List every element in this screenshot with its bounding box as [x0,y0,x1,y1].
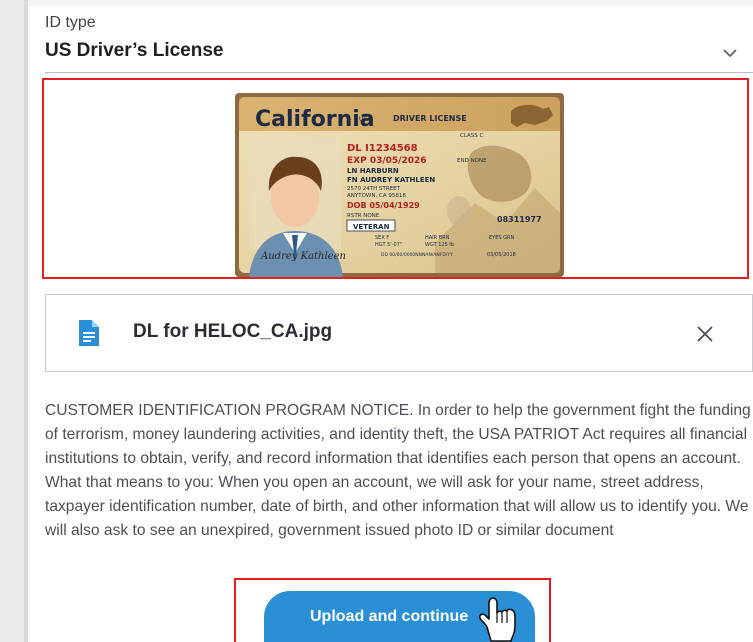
upload-button-label: Upload and continue [310,608,469,625]
license-class: CLASS C [460,133,484,139]
upload-id-page: ID type US Driver’s License California U… [0,0,753,642]
license-dl-number: DL I1234568 [347,143,418,154]
document-icon [79,320,99,346]
license-first-name: FN AUDREY KATHLEEN [347,176,435,184]
license-last-name: LN HARBURN [347,167,399,175]
license-hair: HAIR BRN [425,235,450,241]
license-state: California [255,107,375,132]
license-veteran: VETERAN [353,223,390,231]
license-expires: EXP 03/05/2026 [347,156,427,166]
id-type-label: ID type [45,14,96,31]
license-preview-image: California USA DRIVER LICENSE CLASS C DL… [235,93,564,277]
top-band [28,0,753,6]
license-height: HGT 5'-07" [375,242,402,248]
cip-notice-text: CUSTOMER IDENTIFICATION PROGRAM NOTICE. … [45,402,751,539]
id-type-select[interactable]: US Driver’s License [45,40,223,62]
upload-and-continue-button[interactable]: Upload and continue [264,591,535,642]
license-dob: DOB 05/04/1929 [347,201,420,210]
license-card-graphic: California USA DRIVER LICENSE CLASS C DL… [235,93,564,277]
attached-file-name: DL for HELOC_CA.jpg [133,321,333,342]
license-side-number: 08311977 [497,215,542,224]
chevron-down-icon[interactable] [721,46,739,60]
license-header: DRIVER LICENSE [393,114,467,123]
license-state-suffix: USA [359,116,372,123]
license-issued: 03/05/2018 [487,252,516,258]
close-icon[interactable] [694,323,716,345]
left-panel-divider [24,0,28,642]
license-weight: WGT 125 lb [425,242,454,248]
license-dd: DD 00/00/0000NNNAN/ANFD/YY [381,252,453,258]
license-signature: Audrey Kathleen [260,251,346,262]
license-sex: SEX F [375,235,389,241]
license-city: ANYTOWN, CA 95818 [347,193,406,199]
license-restrictions: RSTR NONE [347,213,380,219]
license-eyes: EYES GRN [489,235,514,241]
id-type-underline [45,72,753,73]
license-street: 2570 24TH STREET [347,186,401,192]
license-endorsements: END NONE [457,158,487,164]
